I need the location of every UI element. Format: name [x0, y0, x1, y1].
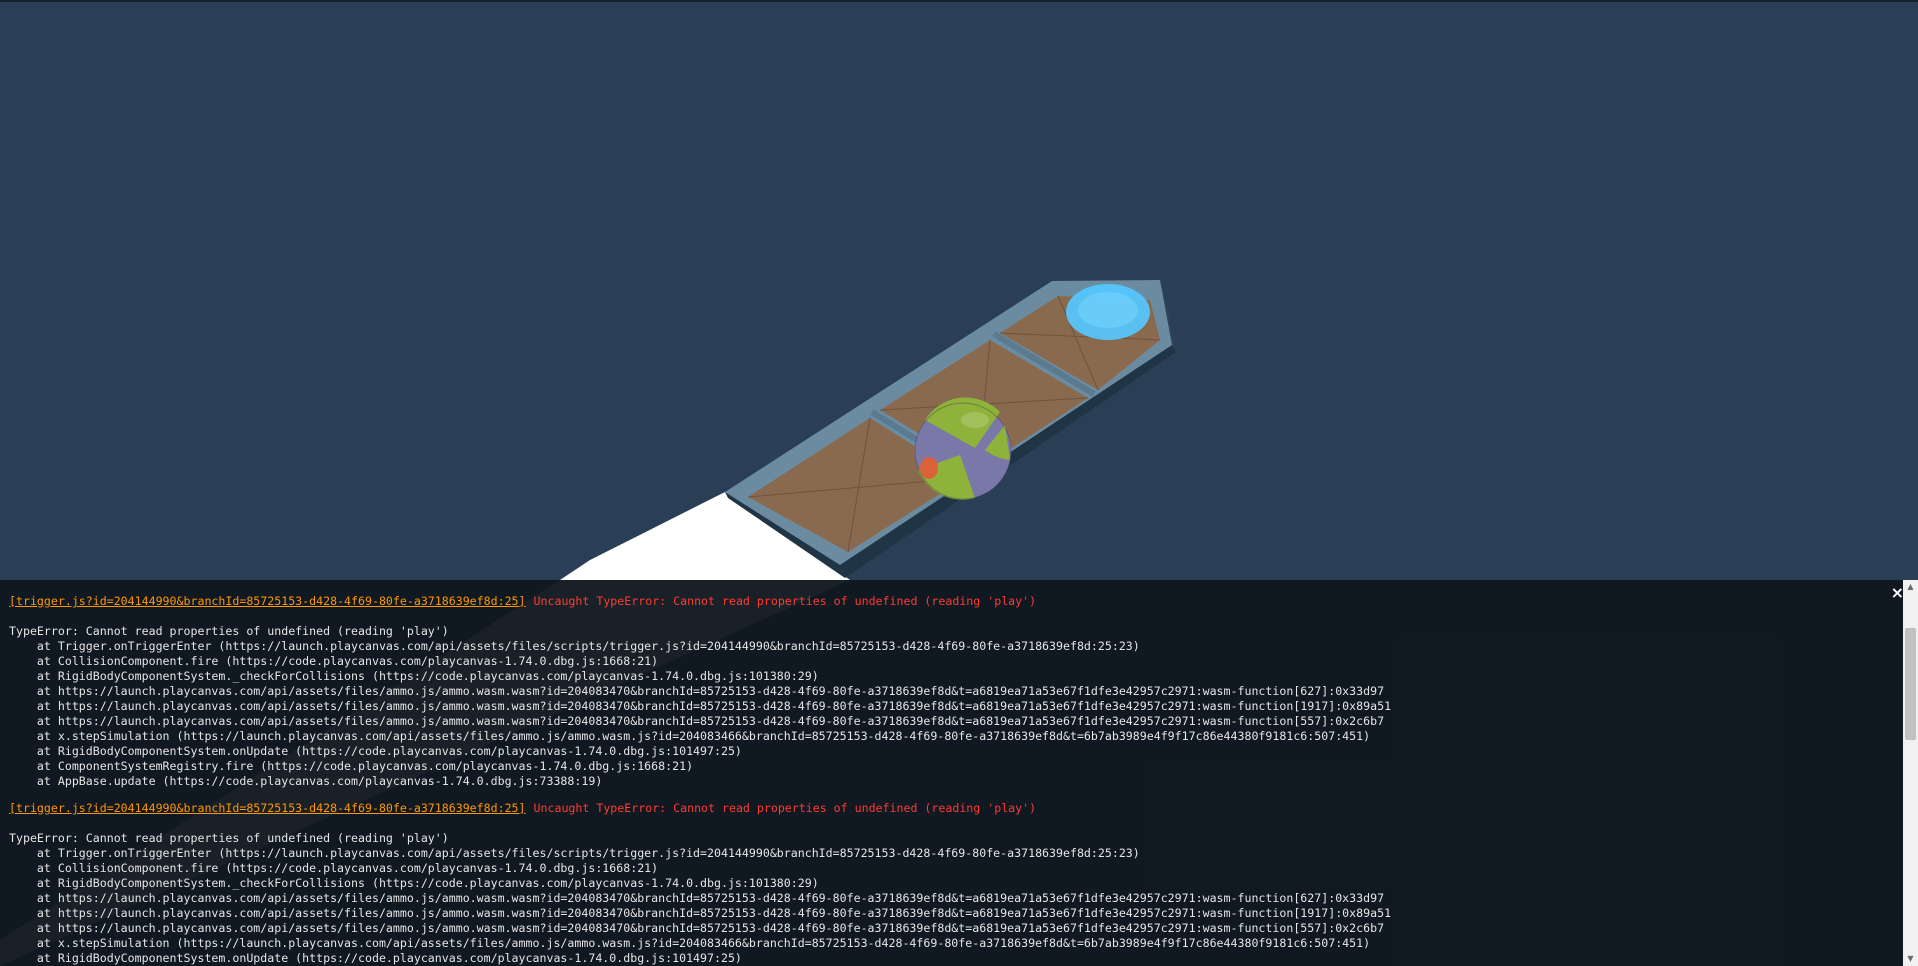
error-source-link[interactable]: [trigger.js?id=204144990&branchId=857251…	[9, 801, 526, 815]
error-console[interactable]: × [trigger.js?id=204144990&branchId=8572…	[0, 580, 1918, 966]
console-entry: [trigger.js?id=204144990&branchId=857251…	[9, 801, 1896, 966]
stack-trace-line: at Trigger.onTriggerEnter (https://launc…	[9, 846, 1140, 860]
console-entry: [trigger.js?id=204144990&branchId=857251…	[9, 594, 1896, 789]
scrollbar-thumb[interactable]	[1905, 628, 1916, 740]
stack-trace-line: at ComponentSystemRegistry.fire (https:/…	[9, 759, 694, 773]
console-spacer	[9, 609, 1896, 624]
stack-trace-line: TypeError: Cannot read properties of und…	[9, 624, 449, 638]
console-entry-header: [trigger.js?id=204144990&branchId=857251…	[9, 594, 1896, 609]
console-entry-header: [trigger.js?id=204144990&branchId=857251…	[9, 801, 1896, 816]
stack-trace-line: at Trigger.onTriggerEnter (https://launc…	[9, 639, 1140, 653]
trigger-pad-inner	[1078, 292, 1138, 328]
stack-trace-line: at https://launch.playcanvas.com/api/ass…	[9, 699, 1392, 713]
console-scrollbar[interactable]: ▲ ▼	[1903, 580, 1918, 966]
stack-trace-line: at x.stepSimulation (https://launch.play…	[9, 729, 1371, 743]
error-source-link[interactable]: [trigger.js?id=204144990&branchId=857251…	[9, 594, 526, 608]
stack-trace-line: at RigidBodyComponentSystem.onUpdate (ht…	[9, 951, 742, 965]
error-message: Uncaught TypeError: Cannot read properti…	[533, 594, 1037, 608]
stack-trace-line: at CollisionComponent.fire (https://code…	[9, 654, 659, 668]
stack-trace-line: at RigidBodyComponentSystem._checkForCol…	[9, 876, 819, 890]
window-top-border	[0, 0, 1918, 2]
stack-trace-line: at https://launch.playcanvas.com/api/ass…	[9, 921, 1385, 935]
playcanvas-launch-window: × [trigger.js?id=204144990&branchId=8572…	[0, 0, 1918, 966]
stack-trace-line: at AppBase.update (https://code.playcanv…	[9, 774, 603, 788]
stack-trace-line: at CollisionComponent.fire (https://code…	[9, 861, 659, 875]
scroll-up-arrow-icon[interactable]: ▲	[1903, 580, 1918, 594]
error-message: Uncaught TypeError: Cannot read properti…	[533, 801, 1037, 815]
stack-trace-line: TypeError: Cannot read properties of und…	[9, 831, 449, 845]
stack-trace-line: at https://launch.playcanvas.com/api/ass…	[9, 906, 1392, 920]
console-spacer	[9, 816, 1896, 831]
stack-trace-line: at RigidBodyComponentSystem._checkForCol…	[9, 669, 819, 683]
scroll-down-arrow-icon[interactable]: ▼	[1903, 952, 1918, 966]
stack-trace-line: at RigidBodyComponentSystem.onUpdate (ht…	[9, 744, 742, 758]
stack-trace-line: at x.stepSimulation (https://launch.play…	[9, 936, 1371, 950]
stack-trace-line: at https://launch.playcanvas.com/api/ass…	[9, 684, 1385, 698]
stack-trace-line: at https://launch.playcanvas.com/api/ass…	[9, 891, 1385, 905]
console-log: [trigger.js?id=204144990&branchId=857251…	[9, 594, 1896, 966]
stack-trace-line: at https://launch.playcanvas.com/api/ass…	[9, 714, 1385, 728]
